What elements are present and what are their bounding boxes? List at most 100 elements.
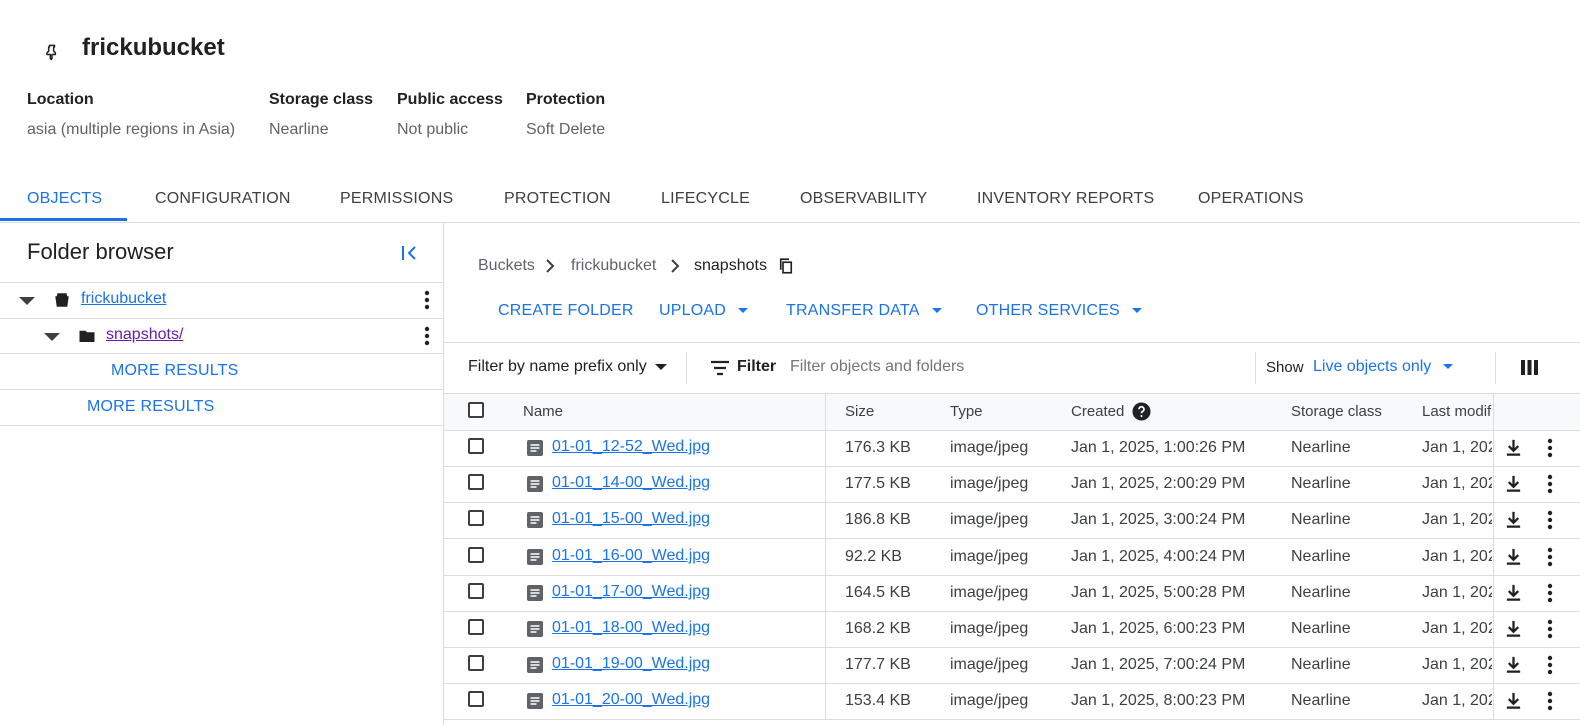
column-divider — [1493, 394, 1494, 430]
kebab-icon[interactable] — [1540, 472, 1560, 496]
download-icon[interactable] — [1504, 510, 1523, 529]
table-row[interactable]: 01-01_15-00_Wed.jpg 186.8 KB image/jpeg Jan… — [444, 502, 1580, 539]
col-header-size[interactable]: Size — [845, 403, 874, 420]
last-modified-clip: Jan 1, 202 — [1422, 475, 1492, 497]
column-divider — [825, 611, 826, 647]
transfer-data-button[interactable]: TRANSFER DATA — [786, 302, 942, 320]
tree-item-bucket[interactable]: frickubucket — [0, 282, 443, 318]
row-checkbox[interactable] — [468, 510, 484, 526]
help-icon[interactable] — [1132, 402, 1151, 421]
file-icon — [527, 657, 543, 673]
column-display-icon[interactable] — [1521, 359, 1538, 376]
file-icon — [527, 512, 543, 528]
filter-mode-select[interactable]: Filter by name prefix only — [468, 358, 667, 376]
table-row[interactable]: 01-01_19-00_Wed.jpg 177.7 KB image/jpeg Jan… — [444, 647, 1580, 684]
tab-lifecycle[interactable]: LIFECYCLE — [661, 190, 750, 208]
table-row[interactable]: 01-01_12-52_Wed.jpg 176.3 KB image/jpeg Jan… — [444, 430, 1580, 467]
tree-folder-link[interactable]: snapshots/ — [106, 326, 183, 344]
download-icon[interactable] — [1504, 619, 1523, 638]
row-checkbox[interactable] — [468, 619, 484, 635]
tree-item-folder[interactable]: snapshots/ — [0, 318, 443, 354]
download-icon[interactable] — [1504, 474, 1523, 493]
tab-permissions[interactable]: PERMISSIONS — [340, 190, 453, 208]
select-all-checkbox[interactable] — [468, 402, 484, 418]
file-icon — [527, 476, 543, 492]
table-row[interactable]: 01-01_17-00_Wed.jpg 164.5 KB image/jpeg Jan… — [444, 575, 1580, 612]
row-checkbox[interactable] — [468, 691, 484, 707]
table-row[interactable]: 01-01_20-00_Wed.jpg 153.4 KB image/jpeg Jan… — [444, 683, 1580, 720]
tab-operations[interactable]: OPERATIONS — [1198, 190, 1304, 208]
kebab-icon[interactable] — [1540, 689, 1560, 713]
filter-icon — [711, 360, 729, 376]
kebab-icon[interactable] — [1540, 617, 1560, 641]
file-name-link[interactable]: 01-01_17-00_Wed.jpg — [552, 583, 710, 601]
download-icon[interactable] — [1504, 583, 1523, 602]
kebab-icon[interactable] — [417, 288, 437, 312]
file-storage-class: Nearline — [1291, 439, 1351, 456]
row-checkbox[interactable] — [468, 438, 484, 454]
tab-inventory-reports[interactable]: INVENTORY REPORTS — [977, 190, 1154, 208]
tree-bucket-link[interactable]: frickubucket — [81, 290, 166, 308]
file-name-link[interactable]: 01-01_16-00_Wed.jpg — [552, 547, 710, 565]
col-header-created[interactable]: Created — [1071, 403, 1124, 420]
more-results-button[interactable]: MORE RESULTS — [87, 398, 214, 416]
tab-objects[interactable]: OBJECTS — [27, 190, 102, 208]
col-header-name[interactable]: Name — [523, 403, 563, 420]
pin-icon[interactable] — [42, 42, 62, 62]
breadcrumb-buckets[interactable]: Buckets — [478, 257, 535, 275]
download-icon[interactable] — [1504, 547, 1523, 566]
show-select[interactable]: Live objects only — [1313, 358, 1454, 376]
file-name-link[interactable]: 01-01_14-00_Wed.jpg — [552, 474, 710, 492]
last-modified-clip: Jan 1, 202 — [1422, 511, 1492, 533]
kebab-icon[interactable] — [417, 324, 437, 348]
collapse-panel-icon[interactable] — [398, 241, 422, 265]
filter-bar: Filter by name prefix only Filter Show L… — [444, 342, 1580, 393]
file-name-link[interactable]: 01-01_20-00_Wed.jpg — [552, 691, 710, 709]
download-icon[interactable] — [1504, 691, 1523, 710]
kebab-icon[interactable] — [1540, 653, 1560, 677]
kebab-icon[interactable] — [1540, 581, 1560, 605]
row-checkbox[interactable] — [468, 583, 484, 599]
file-type: image/jpeg — [950, 548, 1029, 565]
file-size: 168.2 KB — [845, 620, 911, 637]
copy-icon[interactable] — [777, 257, 795, 275]
file-last-modified: Jan 1, 202 — [1422, 692, 1492, 709]
file-name-link[interactable]: 01-01_19-00_Wed.jpg — [552, 655, 710, 673]
download-icon[interactable] — [1504, 655, 1523, 674]
row-checkbox[interactable] — [468, 547, 484, 563]
col-header-type[interactable]: Type — [950, 403, 983, 420]
tab-protection[interactable]: PROTECTION — [504, 190, 611, 208]
table-row[interactable]: 01-01_16-00_Wed.jpg 92.2 KB image/jpeg Jan … — [444, 539, 1580, 576]
upload-button[interactable]: UPLOAD — [659, 302, 748, 320]
col-header-storage-class[interactable]: Storage class — [1291, 403, 1382, 420]
divider — [686, 352, 687, 384]
kebab-icon[interactable] — [1540, 436, 1560, 460]
filter-input[interactable] — [784, 354, 1256, 380]
tab-bar: OBJECTS CONFIGURATION PERMISSIONS PROTEC… — [0, 178, 1580, 223]
folder-browser-title: Folder browser — [27, 239, 174, 264]
kebab-icon[interactable] — [1540, 545, 1560, 569]
file-name-link[interactable]: 01-01_18-00_Wed.jpg — [552, 619, 710, 637]
download-icon[interactable] — [1504, 438, 1523, 457]
kebab-icon[interactable] — [1540, 508, 1560, 532]
tab-configuration[interactable]: CONFIGURATION — [155, 190, 291, 208]
file-size: 153.4 KB — [845, 692, 911, 709]
other-services-button[interactable]: OTHER SERVICES — [976, 302, 1142, 320]
file-icon — [527, 440, 543, 456]
file-name-link[interactable]: 01-01_15-00_Wed.jpg — [552, 510, 710, 528]
breadcrumb-bucket[interactable]: frickubucket — [571, 257, 656, 275]
tree-item-more-outer: MORE RESULTS — [0, 389, 443, 426]
create-folder-button[interactable]: CREATE FOLDER — [498, 302, 634, 320]
expand-caret-icon[interactable] — [44, 333, 60, 341]
column-divider — [825, 466, 826, 502]
col-header-last-modified[interactable]: Last modif — [1422, 403, 1494, 420]
row-checkbox[interactable] — [468, 655, 484, 671]
more-results-button[interactable]: MORE RESULTS — [111, 362, 238, 380]
expand-caret-icon[interactable] — [19, 297, 35, 305]
tab-observability[interactable]: OBSERVABILITY — [800, 190, 927, 208]
table-row[interactable]: 01-01_18-00_Wed.jpg 168.2 KB image/jpeg Jan… — [444, 611, 1580, 648]
row-checkbox[interactable] — [468, 474, 484, 490]
file-name-link[interactable]: 01-01_12-52_Wed.jpg — [552, 438, 710, 456]
table-row[interactable]: 01-01_14-00_Wed.jpg 177.5 KB image/jpeg Jan… — [444, 466, 1580, 503]
file-type: image/jpeg — [950, 692, 1029, 709]
